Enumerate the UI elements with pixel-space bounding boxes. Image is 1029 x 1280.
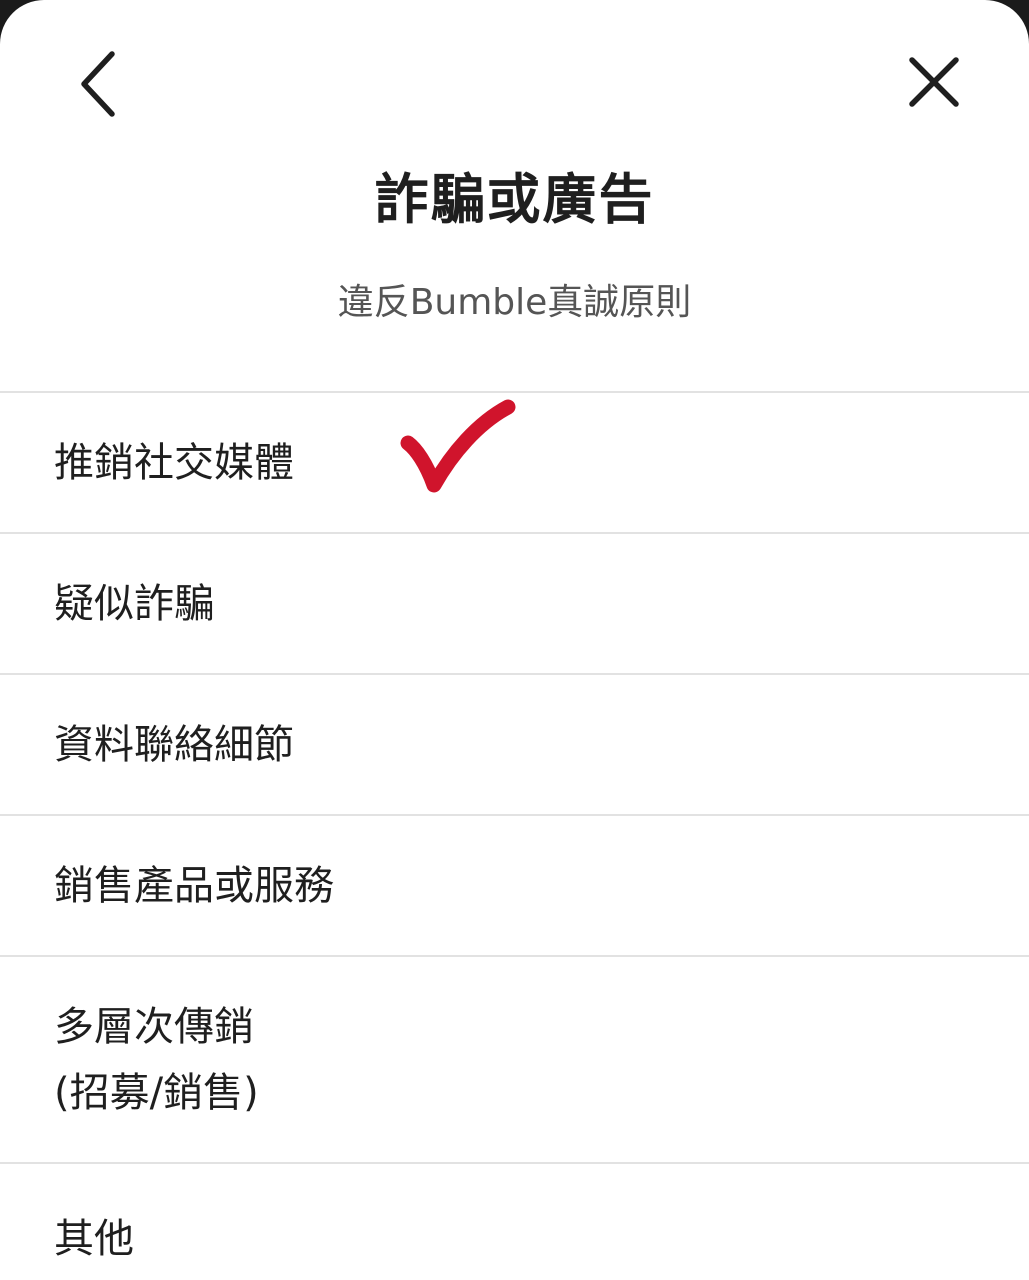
option-selling-products[interactable]: 銷售產品或服務 xyxy=(0,816,1029,957)
option-suspected-scam[interactable]: 疑似詐騙 xyxy=(0,534,1029,675)
page-title: 詐騙或廣告 xyxy=(374,168,655,231)
option-label: 推銷社交媒體 xyxy=(54,439,294,486)
close-button[interactable] xyxy=(894,42,974,122)
option-other[interactable]: 其他 xyxy=(0,1164,1029,1280)
report-options-list: 推銷社交媒體 疑似詐騙 資料聯絡細節 銷售產品或服務 多層次傳銷 (招募/銷售)… xyxy=(0,391,1029,1280)
option-multi-level-marketing[interactable]: 多層次傳銷 (招募/銷售) xyxy=(0,957,1029,1164)
option-contact-details[interactable]: 資料聯絡細節 xyxy=(0,675,1029,816)
option-promote-social-media[interactable]: 推銷社交媒體 xyxy=(0,393,1029,534)
page-subtitle: 違反Bumble真誠原則 xyxy=(337,282,692,323)
report-sheet: 詐騙或廣告 違反Bumble真誠原則 推銷社交媒體 疑似詐騙 資料聯絡細節 銷售… xyxy=(0,0,1029,1280)
option-label: 資料聯絡細節 xyxy=(54,721,294,768)
close-icon xyxy=(909,57,959,107)
option-label: 其他 xyxy=(54,1216,134,1262)
option-label: 銷售產品或服務 xyxy=(54,862,334,909)
option-label: 疑似詐騙 xyxy=(54,580,214,627)
chevron-left-icon xyxy=(81,51,115,117)
option-label: 多層次傳銷 (招募/銷售) xyxy=(54,1003,259,1116)
red-checkmark-icon xyxy=(400,399,516,493)
back-button[interactable] xyxy=(52,42,132,122)
